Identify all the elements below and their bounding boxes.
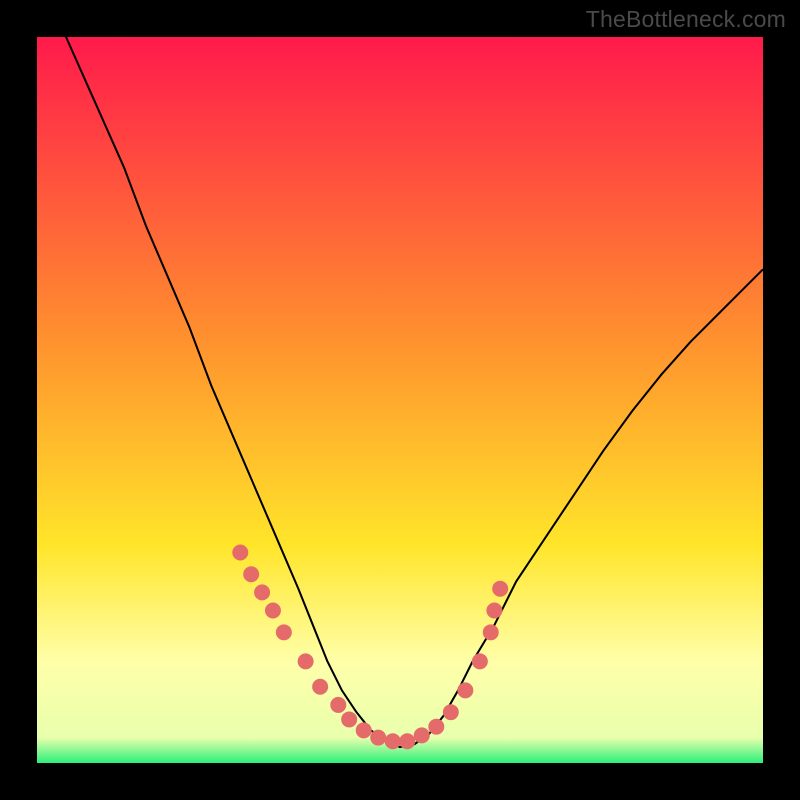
data-point	[298, 653, 314, 669]
data-point	[232, 544, 248, 560]
data-point	[414, 727, 430, 743]
data-point	[356, 722, 372, 738]
data-point	[492, 581, 508, 597]
data-point	[399, 733, 415, 749]
data-point	[385, 733, 401, 749]
chart-svg	[37, 37, 763, 763]
data-point	[265, 603, 281, 619]
gradient-background	[37, 37, 763, 763]
data-point	[443, 704, 459, 720]
watermark-text: TheBottleneck.com	[586, 6, 786, 33]
data-point	[312, 679, 328, 695]
data-point	[254, 584, 270, 600]
data-point	[483, 624, 499, 640]
data-point	[472, 653, 488, 669]
data-point	[276, 624, 292, 640]
data-point	[486, 603, 502, 619]
data-point	[457, 682, 473, 698]
data-point	[243, 566, 259, 582]
data-point	[370, 730, 386, 746]
data-point	[428, 719, 444, 735]
data-point	[330, 697, 346, 713]
data-point	[341, 711, 357, 727]
plot-area	[37, 37, 763, 763]
chart-container: TheBottleneck.com	[0, 0, 800, 800]
